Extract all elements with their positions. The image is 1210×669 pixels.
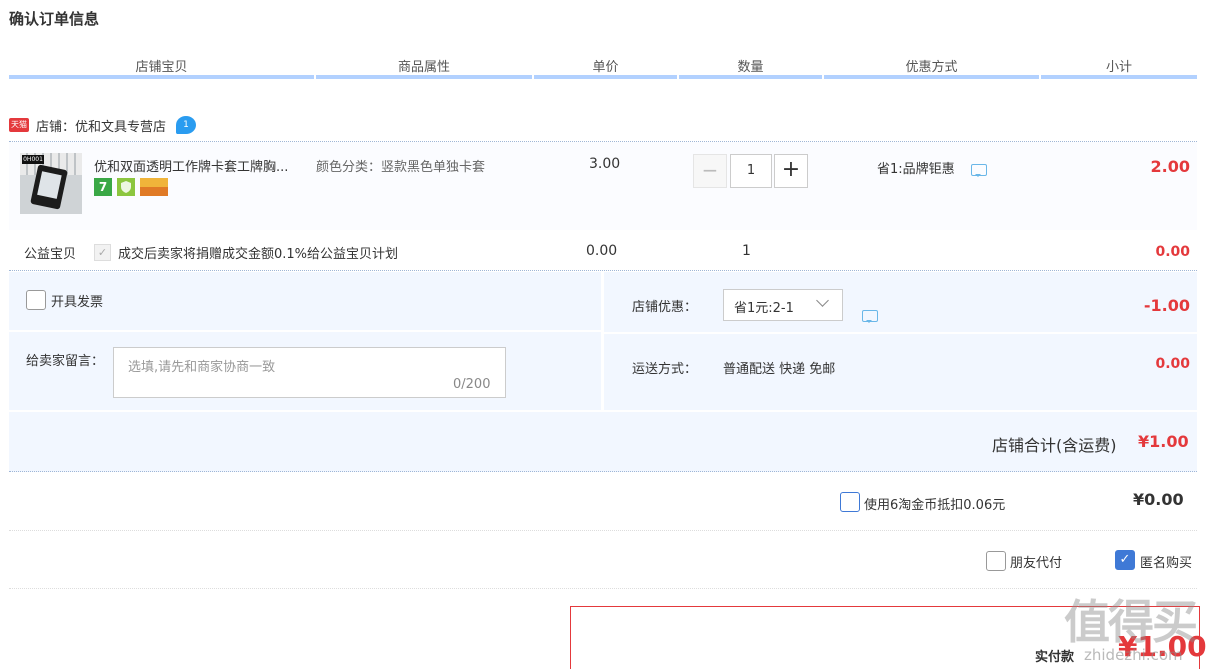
- shipping-amount: 0.00: [1155, 356, 1190, 372]
- quantity-input[interactable]: 1: [730, 154, 772, 188]
- divider: [9, 270, 1197, 271]
- item-subtotal: 2.00: [1150, 157, 1190, 176]
- col-header-discount: 优惠方式: [905, 60, 958, 75]
- friend-pay-checkbox[interactable]: [986, 551, 1006, 571]
- header-divider: [532, 75, 534, 79]
- col-header-unit-price: 单价: [592, 60, 619, 75]
- header-divider: [314, 75, 316, 79]
- charity-checkbox: ✓: [94, 244, 111, 261]
- seller-message-char-count: 0/200: [453, 377, 491, 392]
- credit-card-icon[interactable]: [140, 178, 168, 196]
- taobao-coin-label[interactable]: 使用6淘金币抵扣0.06元: [864, 494, 1005, 513]
- shop-row: 天猫 店铺：优和文具专营店 1: [9, 114, 197, 136]
- seller-message-label: 给卖家留言：: [26, 354, 105, 369]
- col-header-attributes: 商品属性: [397, 60, 450, 75]
- item-promotion: 省1:品牌钜惠: [877, 162, 955, 177]
- site-watermark-url: zhidezhi.com: [1084, 646, 1183, 664]
- panel-divider: [9, 330, 601, 332]
- shop-total-value: ¥1.00: [1138, 432, 1189, 451]
- promotion-info-icon[interactable]: [971, 164, 987, 177]
- charity-price: 0.00: [586, 243, 618, 259]
- invoice-checkbox[interactable]: [26, 290, 46, 310]
- panel-divider: [604, 332, 1197, 334]
- charity-label: 公益宝贝: [24, 247, 77, 262]
- col-header-quantity: 数量: [737, 60, 764, 75]
- header-divider: [822, 75, 824, 79]
- shop-discount-label: 店铺优惠：: [632, 300, 698, 315]
- product-thumbnail[interactable]: 0H001: [20, 153, 82, 214]
- shipping-label: 运送方式：: [632, 362, 698, 377]
- shipping-method: 普通配送 快递 免邮: [723, 362, 836, 377]
- site-watermark-logo: 值得买: [1064, 595, 1198, 649]
- charity-description: 成交后卖家将捐赠成交金额0.1%给公益宝贝计划: [118, 247, 399, 262]
- invoice-label[interactable]: 开具发票: [51, 291, 103, 310]
- seller-message-placeholder: 选填,请先和商家协商一致: [128, 360, 276, 375]
- shop-discount-selected-value[interactable]: 省1元:2-1: [734, 297, 794, 316]
- quantity-increase-button[interactable]: +: [774, 154, 808, 188]
- anonymous-purchase-checkbox[interactable]: ✓: [1115, 550, 1135, 570]
- taobao-coin-checkbox[interactable]: [840, 492, 860, 512]
- shop-name-link[interactable]: 店铺：优和文具专营店: [36, 116, 166, 135]
- friend-pay-label[interactable]: 朋友代付: [1010, 552, 1062, 571]
- discount-info-icon[interactable]: [862, 310, 878, 323]
- charity-quantity: 1: [742, 243, 751, 259]
- divider: [9, 530, 1197, 531]
- thumb-tag: 0H001: [22, 155, 44, 164]
- shop-discount-amount: -1.00: [1143, 296, 1190, 315]
- anonymous-purchase-label[interactable]: 匿名购买: [1140, 552, 1192, 571]
- col-header-subtotal: 小计: [1105, 60, 1132, 75]
- unit-price: 3.00: [589, 156, 621, 172]
- product-title-link[interactable]: 优和双面透明工作牌卡套工牌胸...: [94, 156, 288, 175]
- tmall-icon: 天猫: [9, 118, 29, 132]
- page-title: 确认订单信息: [9, 10, 100, 28]
- order-options-right-panel: [604, 272, 1197, 410]
- seven-day-return-icon[interactable]: 7: [94, 178, 112, 196]
- quantity-decrease-button[interactable]: −: [693, 154, 727, 188]
- shop-total-label: 店铺合计(含运费): [992, 436, 1117, 455]
- guarantee-shield-icon[interactable]: [117, 178, 135, 196]
- service-badges: 7: [94, 178, 168, 196]
- divider: [9, 588, 1197, 589]
- header-divider: [1039, 75, 1041, 79]
- col-header-shop-item: 店铺宝贝: [135, 60, 188, 75]
- wangwang-chat-icon[interactable]: 1: [176, 116, 197, 134]
- header-divider: [677, 75, 679, 79]
- header-underline: [9, 75, 1197, 79]
- taobao-coin-value: ¥0.00: [1133, 490, 1184, 509]
- product-sku: 颜色分类：竖款黑色单独卡套: [316, 160, 486, 175]
- charity-subtotal: 0.00: [1155, 244, 1190, 260]
